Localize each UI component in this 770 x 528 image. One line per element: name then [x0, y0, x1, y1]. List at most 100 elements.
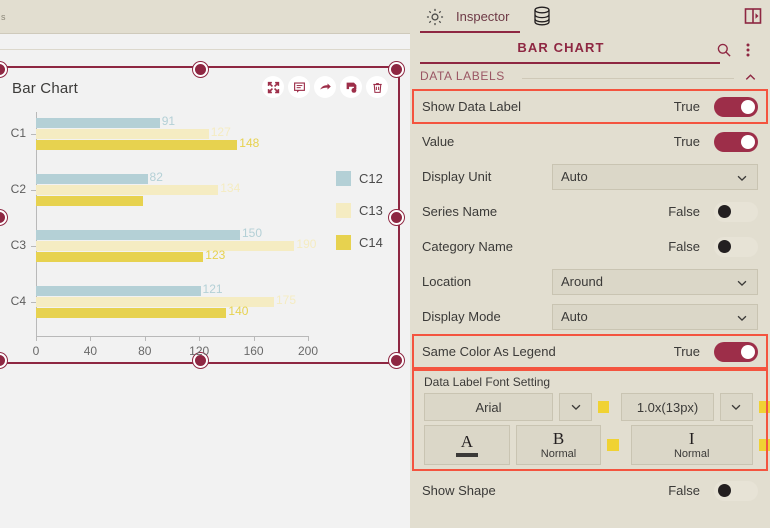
row-toggle[interactable]	[714, 131, 758, 152]
more-vertical-icon[interactable]	[740, 40, 756, 65]
row-value[interactable]: Value True	[410, 124, 770, 159]
chart-bar[interactable]	[36, 140, 238, 150]
font-style-row: A B Normal I Normal	[410, 425, 770, 465]
row-toggle[interactable]	[714, 236, 758, 257]
bar-data-label: 175	[276, 293, 297, 307]
row-show-shape-value: False	[668, 483, 700, 498]
chart-bar[interactable]	[36, 129, 209, 139]
chart-bar[interactable]	[36, 196, 144, 206]
x-tick-mark	[144, 336, 146, 341]
x-tick-label: 40	[83, 344, 98, 358]
y-tick-mark	[31, 246, 36, 247]
row-same-color-as-legend[interactable]: Same Color As Legend True	[410, 334, 770, 369]
bold-glyph: B	[552, 429, 565, 448]
delete-icon[interactable]	[366, 76, 388, 98]
row-toggle[interactable]	[714, 341, 758, 362]
chart-bar[interactable]	[36, 185, 219, 195]
chart-bar[interactable]	[36, 241, 295, 251]
chart-toolbar	[262, 76, 388, 98]
title-underline	[420, 62, 720, 64]
tab-inspector[interactable]: Inspector	[420, 0, 509, 33]
legend-swatch	[336, 234, 351, 250]
section-header-data-labels[interactable]: DATA LABELS	[410, 67, 770, 89]
database-icon[interactable]	[525, 2, 559, 32]
chart-bar[interactable]	[36, 174, 148, 184]
font-size-select[interactable]: 1.0x(13px)	[621, 393, 714, 421]
save-icon[interactable]	[340, 76, 362, 98]
chart-bar[interactable]	[36, 230, 240, 240]
chevron-down-icon	[735, 276, 749, 295]
selection-handle-top-right[interactable]	[389, 62, 404, 77]
row-label: Show Data Label	[422, 99, 522, 114]
x-tick-mark	[308, 336, 309, 341]
font-setting-title: Data Label Font Setting	[424, 375, 551, 389]
legend-label: C13	[359, 202, 383, 218]
settings-rows: Show Data Label True Value True Display Unit…	[410, 89, 770, 369]
y-tick-label: C2	[10, 182, 26, 196]
font-underline-button[interactable]: A	[424, 425, 510, 465]
panel-collapse-icon[interactable]	[742, 5, 764, 27]
font-style-color-swatch[interactable]	[607, 439, 619, 451]
y-tick-mark	[31, 302, 36, 303]
expand-icon[interactable]	[262, 76, 284, 98]
row-show-shape-toggle[interactable]	[714, 480, 758, 501]
row-display-mode[interactable]: Display Mode Auto	[410, 299, 770, 334]
chart-bar[interactable]	[36, 252, 204, 262]
row-show-data-label[interactable]: Show Data Label True	[410, 89, 770, 124]
font-size-dropdown-toggle[interactable]	[719, 393, 753, 421]
row-value: False	[668, 239, 700, 254]
row-show-shape[interactable]: Show Shape False	[410, 473, 770, 508]
bar-data-label: 190	[296, 237, 317, 251]
chart-bar[interactable]	[36, 286, 201, 296]
legend-item[interactable]: C12	[336, 162, 383, 194]
x-tick-mark	[253, 336, 255, 341]
row-select[interactable]: Around	[552, 268, 758, 295]
chart-title: Bar Chart	[12, 80, 78, 97]
font-family-select[interactable]: Arial	[424, 393, 554, 421]
search-icon[interactable]	[716, 42, 732, 63]
row-display-unit[interactable]: Display Unit Auto	[410, 159, 770, 194]
chart-bar[interactable]	[36, 308, 227, 318]
font-size-color-swatch[interactable]	[758, 401, 770, 413]
row-toggle[interactable]	[714, 201, 758, 222]
inspector-panel: Inspector BAR CHART DATA LABELS Show Dat…	[410, 0, 770, 527]
bar-data-label: 121	[202, 282, 223, 296]
row-series-name[interactable]: Series Name False	[410, 194, 770, 229]
font-family-dropdown-toggle[interactable]	[559, 393, 593, 421]
chart-legend: C12 C13 C14	[336, 162, 383, 258]
row-select[interactable]: Auto	[552, 303, 758, 330]
bar-data-label: 134	[220, 181, 241, 195]
row-label: Display Mode	[422, 309, 501, 324]
legend-item[interactable]: C14	[336, 226, 383, 258]
font-bold-button[interactable]: B Normal	[515, 425, 602, 465]
chevron-up-icon[interactable]	[743, 70, 758, 90]
row-toggle[interactable]	[714, 96, 758, 117]
font-italic-color-swatch[interactable]	[758, 439, 770, 451]
font-family-row: Arial 1.0x(13px)	[410, 393, 770, 421]
row-select-value: Auto	[561, 309, 588, 324]
section-header-rule	[522, 78, 734, 79]
x-tick-label: 200	[297, 344, 319, 358]
legend-item[interactable]: C13	[336, 194, 383, 226]
row-value: True	[673, 344, 700, 359]
row-label: Category Name	[422, 239, 514, 254]
selection-handle-top-middle[interactable]	[192, 62, 208, 77]
y-tick-mark	[31, 134, 36, 135]
bar-data-label: 140	[228, 304, 249, 318]
section-header-label: DATA LABELS	[420, 69, 505, 83]
underline-glyph: A	[460, 432, 473, 451]
font-color-swatch[interactable]	[598, 401, 610, 413]
row-select[interactable]: Auto	[552, 163, 758, 190]
bar-data-label: 123	[205, 248, 226, 262]
row-label: Location	[422, 274, 472, 289]
bar-chart-widget[interactable]: Bar Chart 91 127 148 82 134 150 190 123 …	[0, 62, 404, 368]
italic-glyph: I	[688, 429, 695, 448]
font-italic-button[interactable]: I Normal	[630, 425, 753, 465]
row-location[interactable]: Location Around	[410, 264, 770, 299]
chart-bar[interactable]	[36, 118, 160, 128]
share-icon[interactable]	[314, 76, 336, 98]
data-label-font-setting-group: Data Label Font Setting Arial 1.0x(13px)	[410, 369, 770, 473]
comment-icon[interactable]	[288, 76, 310, 98]
inspector-title-row: BAR CHART	[410, 36, 770, 65]
row-category-name[interactable]: Category Name False	[410, 229, 770, 264]
